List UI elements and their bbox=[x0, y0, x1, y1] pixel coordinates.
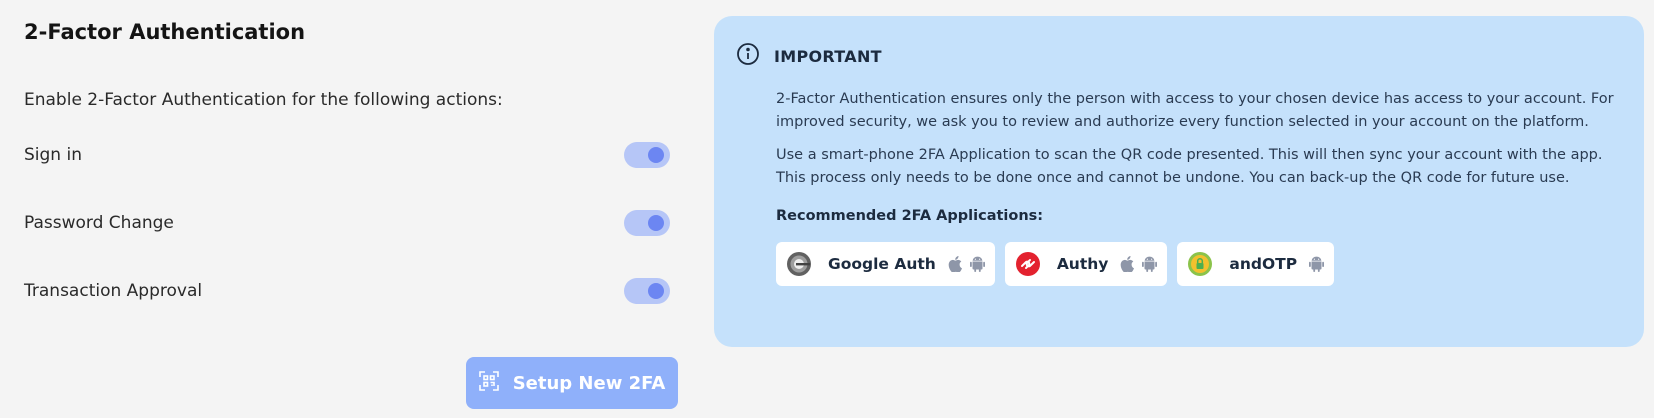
toggle-knob bbox=[648, 283, 664, 299]
andotp-icon bbox=[1187, 251, 1213, 277]
app-andotp[interactable]: andOTP bbox=[1177, 242, 1335, 286]
app-name: Google Auth bbox=[828, 255, 936, 273]
app-authy[interactable]: Authy bbox=[1004, 242, 1168, 286]
password-change-toggle[interactable] bbox=[624, 210, 670, 236]
android-icon bbox=[1142, 256, 1158, 272]
info-paragraph-2: Use a smart-phone 2FA Application to sca… bbox=[776, 147, 1603, 186]
option-label-transaction-approval: Transaction Approval bbox=[24, 281, 203, 301]
option-row-sign-in: Sign in bbox=[24, 135, 670, 175]
setup-button-label: Setup New 2FA bbox=[512, 372, 666, 394]
setup-new-2fa-button[interactable]: Setup New 2FA bbox=[466, 357, 678, 409]
panel-body: 2-Factor Authentication ensures only the… bbox=[776, 88, 1626, 286]
info-paragraph-1: 2-Factor Authentication ensures only the… bbox=[776, 91, 1614, 130]
panel-title: IMPORTANT bbox=[774, 46, 882, 66]
transaction-approval-toggle[interactable] bbox=[624, 278, 670, 304]
toggle-knob bbox=[648, 147, 664, 163]
recommended-apps-list: Google Auth Authy andOTP bbox=[776, 242, 1626, 286]
android-icon bbox=[1309, 256, 1325, 272]
option-label-password-change: Password Change bbox=[24, 213, 174, 233]
option-row-transaction-approval: Transaction Approval bbox=[24, 271, 670, 311]
intro-text: Enable 2-Factor Authentication for the f… bbox=[24, 90, 503, 110]
qr-scan-icon bbox=[478, 370, 499, 396]
app-google-auth[interactable]: Google Auth bbox=[776, 242, 995, 286]
authy-icon bbox=[1015, 251, 1041, 277]
two-factor-settings: 2-Factor Authentication Enable 2-Factor … bbox=[24, 0, 678, 418]
info-icon bbox=[736, 42, 760, 70]
option-row-password-change: Password Change bbox=[24, 203, 670, 243]
google-authenticator-icon bbox=[786, 251, 812, 277]
apple-icon bbox=[1120, 256, 1135, 272]
app-name: Authy bbox=[1056, 255, 1109, 273]
recommended-apps-title: Recommended 2FA Applications: bbox=[776, 208, 1044, 224]
sign-in-toggle[interactable] bbox=[624, 142, 670, 168]
app-name: andOTP bbox=[1229, 255, 1298, 273]
apple-icon bbox=[948, 256, 962, 272]
panel-header: IMPORTANT bbox=[736, 42, 882, 70]
page-title: 2-Factor Authentication bbox=[24, 20, 306, 44]
android-icon bbox=[969, 256, 985, 272]
toggle-knob bbox=[648, 215, 664, 231]
important-info-panel: IMPORTANT 2-Factor Authentication ensure… bbox=[714, 16, 1644, 347]
option-label-sign-in: Sign in bbox=[24, 145, 82, 165]
